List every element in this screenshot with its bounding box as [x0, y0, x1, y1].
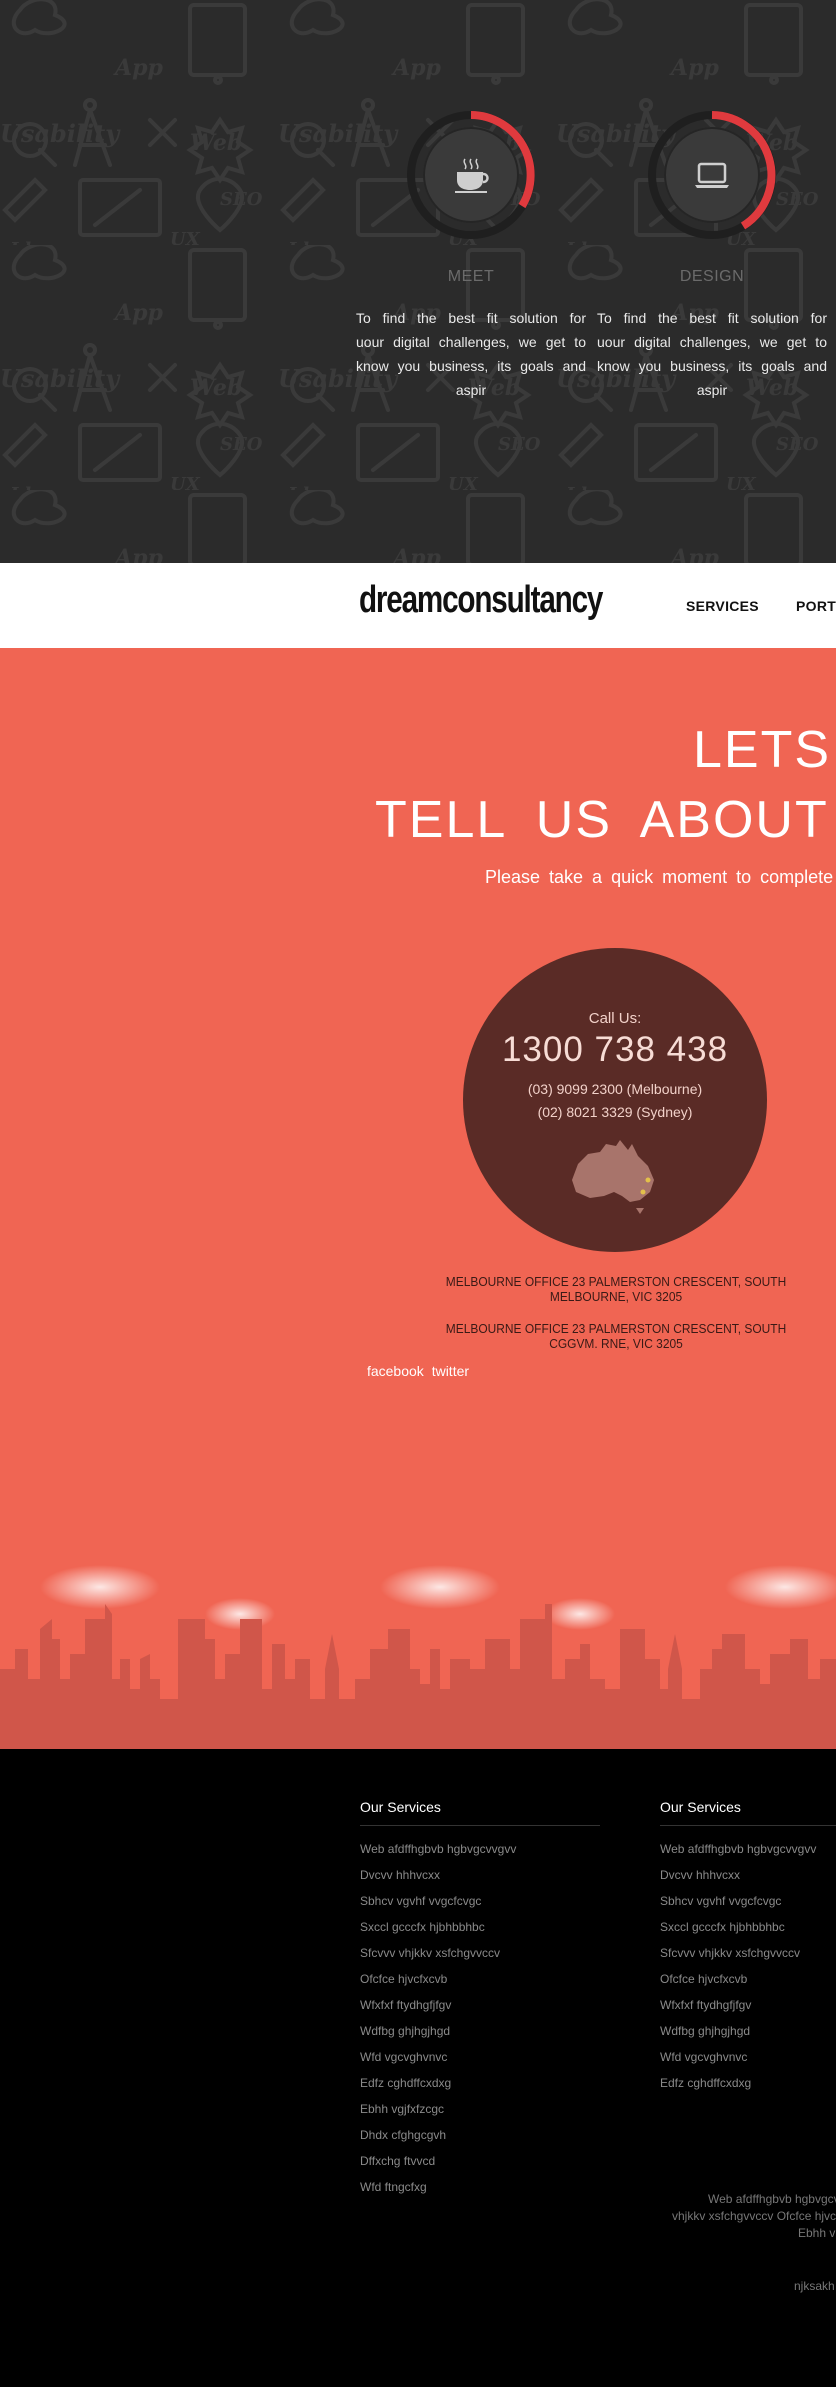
step-icon-disc [664, 127, 760, 223]
footer-column-heading: Our Services [660, 1799, 741, 1815]
footer-service-link[interactable]: Dvcvv hhhvcxx [660, 1862, 836, 1888]
contact-heading-line2: TELL US ABOUT Y [375, 791, 836, 849]
footer-services-list: Web afdffhgbvb hgbvgcvvgvv Dvcvv hhhvcxx S… [360, 1836, 600, 2200]
sydney-phone-number[interactable]: (02) 8021 3329 (Sydney) [463, 1104, 767, 1120]
footer-service-link[interactable]: Dhdx cfghgcgvh [360, 2122, 600, 2148]
process-section: App Usability Web SEO Ideas UX [0, 0, 836, 563]
footer-service-link[interactable]: Ofcfce hjvcfxcvb [660, 1966, 836, 1992]
contact-subheading: Please take a quick moment to complete [485, 867, 834, 887]
call-us-circle: Call Us: 1300 738 438 (03) 9099 2300 (Me… [463, 948, 767, 1252]
step-description: To find the best fit solution for uour d… [597, 310, 827, 398]
footer-service-link[interactable]: Wdfbg ghjhgjhgd [660, 2018, 836, 2044]
footer-service-link[interactable]: Wfd vgcvghvnvc [360, 2044, 600, 2070]
step-title: MEET [447, 268, 495, 285]
footer-service-link[interactable]: Edfz cghdffcxdxg [660, 2070, 836, 2096]
footer-bottom-text-line2: vhjkkv xsfchgvvccv Ofcfce hjvc [672, 2209, 836, 2223]
laptop-icon [695, 162, 729, 188]
contact-heading-line1: LETS [693, 721, 832, 779]
social-links: facebook twitter [0, 1363, 836, 1379]
footer-services-column-2: Our Services Web afdffhgbvb hgbvgcvvgvv D… [660, 1799, 836, 2096]
footer-column-heading: Our Services [360, 1799, 441, 1815]
step-title: DESIGN [679, 268, 745, 285]
melbourne-phone-number[interactable]: (03) 9099 2300 (Melbourne) [463, 1081, 767, 1097]
footer-service-link[interactable]: Web afdffhgbvb hgbvgcvvgvv [360, 1836, 600, 1862]
footer-service-link[interactable]: Sfcvvv vhjkkv xsfchgvvccv [660, 1940, 836, 1966]
footer-service-link[interactable]: Dffxchg ftvvcd [360, 2148, 600, 2174]
city-skyline-illustration [0, 1565, 836, 1749]
australia-map-icon [572, 1140, 654, 1214]
site-footer: Our Services Web afdffhgbvb hgbvgcvvgvv D… [0, 1749, 836, 2387]
nav-item-services[interactable]: SERVICES [686, 598, 759, 614]
footer-service-link[interactable]: Ofcfce hjvcfxcvb [360, 1966, 600, 1992]
footer-service-link[interactable]: Dvcvv hhhvcxx [360, 1862, 600, 1888]
nav-item-portfolio[interactable]: PORTF [796, 598, 836, 614]
office-address-1: MELBOURNE OFFICE 23 PALMERSTON CRESCENT,… [445, 1274, 787, 1304]
site-header: dreamconsultancy SERVICES PORTF [0, 563, 836, 648]
footer-service-link[interactable]: Sbhcv vgvhf vvgcfcvgc [360, 1888, 600, 1914]
footer-service-link[interactable]: Wfxfxf ftydhgfjfgv [660, 1992, 836, 2018]
footer-services-list: Web afdffhgbvb hgbvgcvvgvv Dvcvv hhhvcxx S… [660, 1836, 836, 2096]
footer-divider [360, 1825, 600, 1826]
footer-service-link[interactable]: Wfd vgcvghvnvc [660, 2044, 836, 2070]
footer-divider [660, 1825, 836, 1826]
step-icon-disc [423, 127, 519, 223]
footer-services-column-1: Our Services Web afdffhgbvb hgbvgcvvgvv D… [360, 1799, 600, 2200]
site-logo[interactable]: dreamconsultancy [359, 579, 603, 622]
footer-copyright: njksakh [794, 2279, 835, 2293]
facebook-link[interactable]: facebook [367, 1363, 424, 1379]
footer-service-link[interactable]: Wfxfxf ftydhgfjfgv [360, 1992, 600, 2018]
call-us-label: Call Us: [588, 1010, 642, 1027]
footer-bottom-text-line1: Web afdffhgbvb hgbvgcv [708, 2192, 836, 2206]
footer-service-link[interactable]: Edfz cghdffcxdxg [360, 2070, 600, 2096]
footer-service-link[interactable]: Wfd ftngcfxg [360, 2174, 600, 2200]
coffee-cup-icon [455, 158, 489, 193]
step-description: To find the best fit solution for uour d… [356, 310, 586, 398]
twitter-link[interactable]: twitter [432, 1363, 469, 1379]
footer-service-link[interactable]: Sxccl gcccfx hjbhbbhbc [360, 1914, 600, 1940]
main-phone-number[interactable]: 1300 738 438 [463, 1030, 767, 1070]
footer-service-link[interactable]: Sbhcv vgvhf vvgcfcvgc [660, 1888, 836, 1914]
footer-bottom-text-line3: Ebhh v [798, 2226, 836, 2240]
footer-service-link[interactable]: Web afdffhgbvb hgbvgcvvgvv [660, 1836, 836, 1862]
footer-service-link[interactable]: Wdfbg ghjhgjhgd [360, 2018, 600, 2044]
footer-service-link[interactable]: Ebhh vgjfxfzcgc [360, 2096, 600, 2122]
contact-section: LETS TELL US ABOUT Y Please take a quick… [0, 648, 836, 1749]
footer-service-link[interactable]: Sfcvvv vhjkkv xsfchgvvccv [360, 1940, 600, 1966]
footer-service-link[interactable]: Sxccl gcccfx hjbhbbhbc [660, 1914, 836, 1940]
office-address-2: MELBOURNE OFFICE 23 PALMERSTON CRESCENT,… [445, 1321, 787, 1351]
